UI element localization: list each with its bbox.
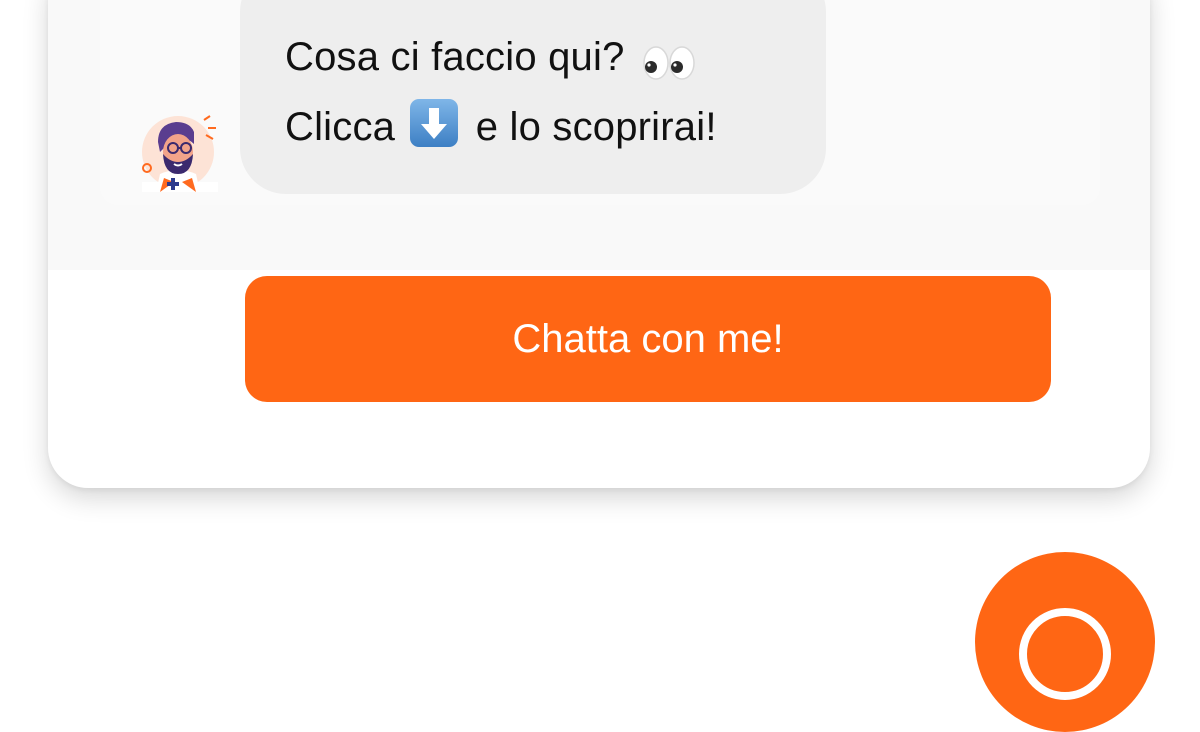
message-line-2: Clicca e lo scoprirai! [285, 92, 826, 162]
bearded-man-avatar-icon [138, 108, 222, 192]
message-line-1-text: Cosa ci faccio qui? [285, 35, 625, 79]
chat-launcher-button[interactable] [975, 552, 1155, 732]
message-line-2-start: Clicca [285, 105, 396, 149]
eyes-emoji-icon [642, 35, 696, 81]
message-line-2-end: e lo scoprirai! [475, 105, 717, 149]
chat-widget-card: Cosa ci faccio qui? Clicca e lo scoprira… [48, 0, 1150, 488]
chat-bubble-icon [1019, 608, 1111, 700]
message-bubble: Cosa ci faccio qui? Clicca e lo scoprira… [240, 0, 826, 194]
chat-with-me-button[interactable]: Chatta con me! [245, 276, 1051, 402]
down-arrow-emoji-icon [408, 97, 460, 149]
message-line-1: Cosa ci faccio qui? [285, 22, 826, 92]
